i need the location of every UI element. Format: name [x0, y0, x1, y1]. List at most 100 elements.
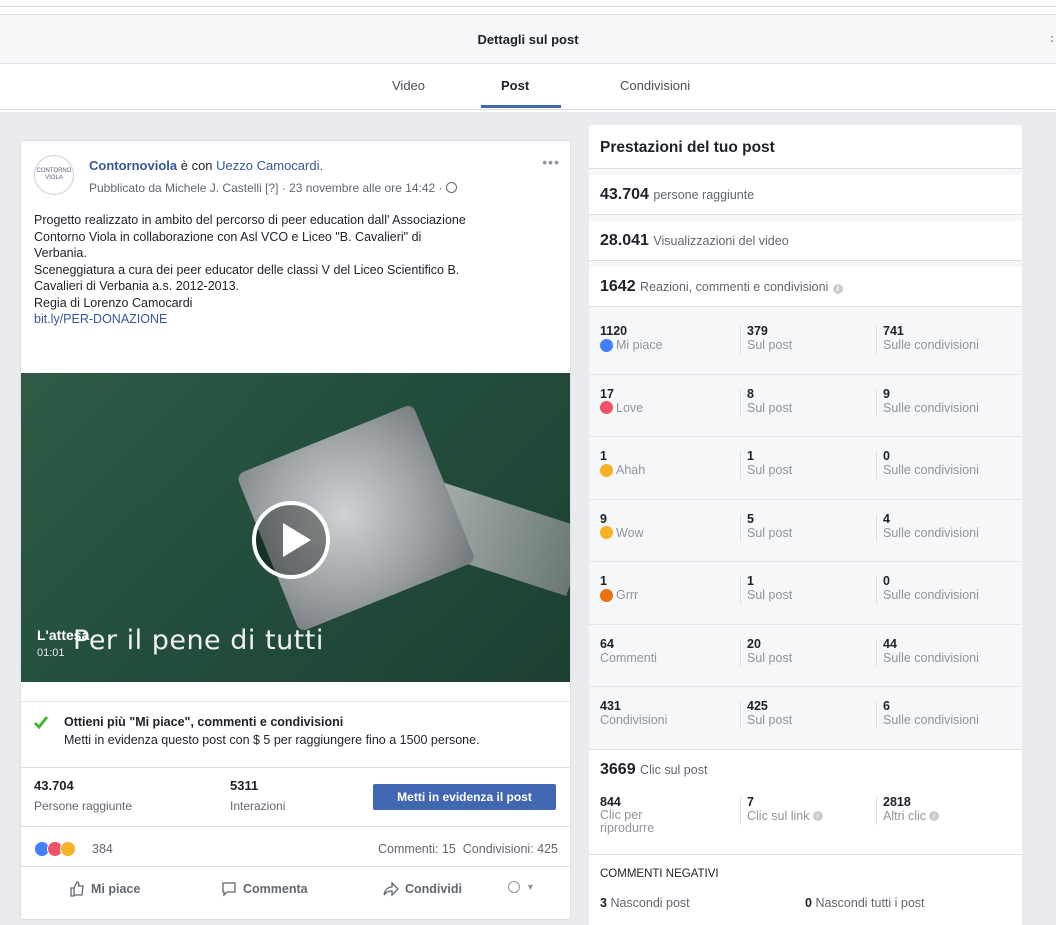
views-metric-label: Visualizzazioni del video: [653, 234, 789, 248]
post-actions: Mi piace Commenta Condividi ▼: [21, 869, 570, 909]
comments-count[interactable]: Commenti: 15: [378, 842, 456, 856]
love-on-shares: 9: [883, 386, 890, 401]
column-divider: [876, 638, 877, 667]
play-clicks-value: 844: [600, 795, 621, 809]
avatar-text: CONTORNO VIOLA: [36, 168, 72, 181]
breakdown-row-like: 1120 Mi piace 379 Sul post 741 Sulle condiv…: [589, 312, 1022, 375]
breakdown-row-wow: 9 Wow 5 Sul post 4 Sulle condivisioni: [589, 500, 1022, 562]
column-divider: [876, 388, 877, 417]
tagged-user-link[interactable]: Uezzo Camocardi.: [216, 158, 323, 173]
angry-on-shares: 0: [883, 574, 890, 588]
boost-post-button[interactable]: Metti in evidenza il post: [373, 784, 556, 810]
globe-icon[interactable]: [445, 182, 457, 193]
reach-value: 43.704: [34, 778, 74, 793]
clicks-metric: 3669 Clic sul post: [589, 749, 1022, 789]
on-shares-label: Sulle condivisioni: [883, 525, 979, 540]
like-label: Mi piace: [91, 882, 141, 896]
engagement-metric-value: 1642: [600, 278, 636, 295]
post-text-line: Sceneggiatura a cura dei peer educator d…: [34, 262, 460, 277]
dialog-header: Dettagli sul post :: [0, 14, 1056, 64]
on-shares-label: Sulle condivisioni: [883, 338, 979, 352]
interactions-value: 5311: [230, 778, 259, 793]
engagement-metric: 1642 Reazioni, commenti e condivisioni i: [589, 267, 1022, 307]
on-shares-label: Sulle condivisioni: [883, 588, 979, 602]
like-icon: [600, 338, 613, 352]
on-post-label: Sul post: [747, 525, 793, 540]
share-label: Condividi: [405, 882, 462, 896]
other-clicks-value: 2818: [883, 795, 911, 809]
reaction-icons[interactable]: [34, 841, 76, 857]
on-shares-label: Sulle condivisioni: [883, 400, 979, 415]
post-body: Progetto realizzato in ambito del percor…: [34, 212, 564, 328]
reach-metric-value: 43.704: [600, 186, 649, 203]
check-icon: [34, 716, 48, 729]
breakdown-row-angry: 1 Grrr 1 Sul post 0 Sulle condivisioni: [589, 562, 1022, 625]
chevron-down-icon: ▼: [526, 882, 535, 892]
love-total: 17: [600, 386, 614, 401]
comments-on-post: 20: [747, 636, 761, 651]
dialog-title: Dettagli sul post: [477, 31, 579, 47]
wow-total: 9: [600, 511, 607, 526]
play-icon[interactable]: [252, 501, 330, 579]
hide-post-label: Nascondi post: [610, 896, 690, 910]
negative-title: COMMENTI NEGATIVI: [600, 868, 719, 880]
info-icon[interactable]: i: [812, 811, 823, 821]
performance-title: Prestazioni del tuo post: [600, 139, 775, 156]
post-meta-text: Pubblicato da Michele J. Castelli [?] · …: [89, 181, 443, 195]
column-divider: [740, 451, 741, 479]
shares-on-shares: 6: [883, 699, 890, 713]
like-button[interactable]: Mi piace: [69, 881, 140, 897]
post-text-line: Progetto realizzato in ambito del percor…: [34, 213, 466, 227]
breakdown-row-comments: 64 Commenti 20 Sul post 44 Sulle condivisio…: [589, 625, 1022, 687]
tab-video[interactable]: Video: [392, 78, 425, 93]
audience-icon: [508, 881, 520, 893]
like-on-shares: 741: [883, 324, 904, 338]
comments-total: 64: [600, 636, 614, 651]
column-divider: [876, 576, 877, 604]
audience-selector[interactable]: ▼: [508, 881, 535, 893]
on-post-label: Sul post: [747, 713, 793, 727]
boost-subtitle: Metti in evidenza questo post con $ 5 pe…: [64, 733, 480, 747]
more-options-icon[interactable]: •••: [542, 154, 560, 170]
clicks-breakdown: 844 Clic per riprodurre 7 Clic sul link i…: [589, 789, 1022, 855]
reaction-count[interactable]: 384: [92, 842, 113, 856]
post-meta: Pubblicato da Michele J. Castelli [?] · …: [89, 181, 457, 195]
like-on-post: 379: [747, 324, 768, 338]
angry-icon: [600, 588, 613, 602]
video-player[interactable]: Per il pene di tutti L'attesa 01:01: [21, 373, 570, 682]
comment-button[interactable]: Commenta: [221, 881, 308, 897]
column-divider: [740, 326, 741, 354]
column-divider: [740, 513, 741, 542]
views-metric-value: 28.041: [600, 232, 649, 249]
play-clicks-label-2: riprodurre: [600, 821, 655, 835]
tab-post[interactable]: Post: [501, 78, 529, 93]
column-divider: [740, 576, 741, 604]
info-icon[interactable]: i: [929, 811, 940, 821]
wow-label: Wow: [616, 525, 644, 540]
info-icon[interactable]: i: [832, 284, 843, 294]
performance-panel: Prestazioni del tuo post 43.704 persone …: [589, 125, 1022, 925]
love-on-post: 8: [747, 386, 754, 401]
views-metric: 28.041 Visualizzazioni del video: [589, 221, 1022, 261]
author-line: Contornoviola è con Uezzo Camocardi.: [89, 158, 323, 173]
active-tab-indicator: [481, 105, 561, 108]
clicks-label: Clic sul post: [640, 763, 708, 777]
donation-link[interactable]: bit.ly/PER-DONAZIONE: [34, 311, 564, 328]
column-divider: [876, 513, 877, 542]
tab-shares[interactable]: Condivisioni: [620, 78, 690, 93]
other-clicks-label: Altri clic: [883, 809, 927, 823]
column-divider: [876, 326, 877, 354]
thumbs-up-icon: [70, 881, 84, 897]
love-label: Love: [616, 400, 644, 415]
page-name-link[interactable]: Contornoviola: [89, 158, 177, 173]
shares-label: Condivisioni: [600, 713, 668, 727]
reach-metric: 43.704 persone raggiunte: [589, 175, 1022, 215]
column-divider: [740, 388, 741, 417]
shares-count[interactable]: Condivisioni: 425: [463, 842, 558, 856]
engagement-metric-label: Reazioni, commenti e condivisioni: [640, 280, 829, 294]
share-button[interactable]: Condividi: [383, 881, 462, 897]
page-avatar[interactable]: CONTORNO VIOLA: [34, 155, 74, 195]
tab-bar: Video Post Condivisioni: [0, 64, 1056, 110]
on-post-label: Sul post: [747, 400, 793, 415]
close-icon[interactable]: :: [1050, 31, 1054, 45]
